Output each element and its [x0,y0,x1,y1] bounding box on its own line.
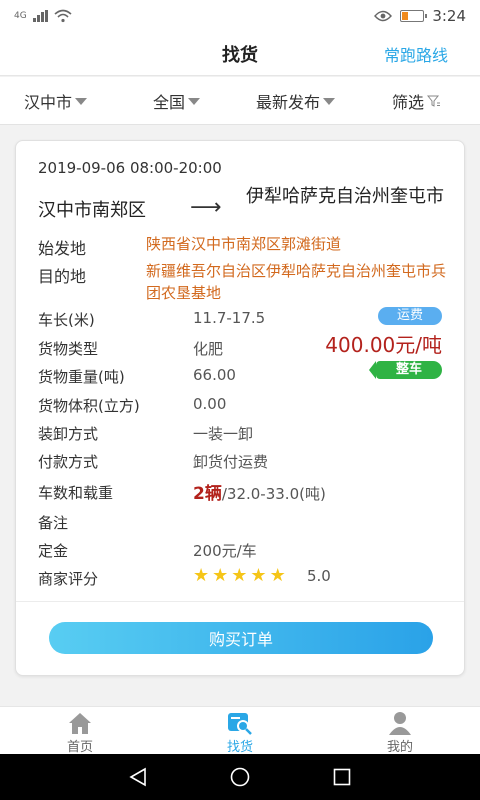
network-type: 4G [14,11,27,21]
status-bar: 4G 3:24 [0,0,480,32]
vehicle-load: /32.0-33.0(吨) [221,485,326,503]
vehicle-length-value: 11.7-17.5 [193,309,266,327]
detail-label: 商家评分 [38,570,99,588]
filter-label: 最新发布 [256,92,321,112]
star-icon: ★ [212,565,229,586]
status-time: 3:24 [432,7,466,25]
battery-icon [400,10,428,22]
payment-method-value: 卸货付运费 [193,453,269,471]
status-left: 4G [14,9,72,23]
buy-order-button[interactable]: 购买订单 [49,622,433,654]
origin-label: 始发地 [38,239,87,258]
detail-label: 货物体积(立方) [38,397,140,415]
freight-price: 400.00元/吨 [325,333,442,357]
star-icon: ★ [250,565,267,586]
destination-address: 新疆维吾尔自治区伊犁哈萨克自治州奎屯市兵团农垦基地 [146,262,447,302]
card-divider [16,601,464,602]
vehicle-count-load: 2辆/32.0-33.0(吨) [193,479,326,504]
detail-label: 备注 [38,514,69,532]
eye-icon [374,10,393,22]
cargo-volume-value: 0.00 [193,395,227,413]
nav-label: 找货 [226,740,253,755]
filter-label: 汉中市 [24,92,73,112]
page-title: 找货 [222,44,258,66]
filter-destination[interactable]: 全国 [153,89,201,113]
signal-icon [32,10,48,22]
filter-more[interactable]: 筛选 [392,89,441,113]
caret-down-icon [323,98,336,105]
filter-label: 全国 [153,92,186,112]
caret-down-icon [188,98,201,105]
order-time: 2019-09-06 08:00-20:00 [38,159,222,177]
route-to: 伊犁哈萨克自治州奎屯市 [246,186,444,207]
rating-score: 5.0 [307,567,331,585]
detail-label: 货物重量(吨) [38,368,125,386]
back-icon[interactable] [128,767,148,787]
freight-fee-badge: 运费 [378,307,442,325]
route-arrow-icon: ⟶ [190,195,222,220]
order-card[interactable]: 2019-09-06 08:00-20:00 汉中市南郑区 ⟶ 伊犁哈萨克自治州… [15,140,465,676]
caret-down-icon [75,98,88,105]
frequent-routes-link[interactable]: 常跑路线 [384,42,448,66]
funnel-icon [427,95,441,107]
nav-label: 我的 [386,740,413,755]
detail-label: 付款方式 [38,453,99,471]
star-icon: ★ [269,565,286,586]
profile-icon [389,712,411,735]
filter-label: 筛选 [392,92,425,112]
system-nav-bar [0,754,480,800]
recents-icon[interactable] [333,767,351,787]
detail-label: 装卸方式 [38,425,99,443]
nav-find-goods[interactable]: 找货 [160,707,320,755]
cargo-type-value: 化肥 [193,340,224,358]
origin-address: 陕西省汉中市南郑区郭滩街道 [146,235,342,253]
detail-label: 车数和载重 [38,484,114,502]
deposit-value: 200元/车 [193,542,257,560]
loading-method-value: 一装一卸 [193,425,254,443]
rating-stars: ★ ★ ★ ★ ★ [193,565,286,586]
destination-label: 目的地 [38,267,87,286]
filter-bar: 汉中市 全国 最新发布 筛选 [0,77,480,125]
wifi-icon [54,9,72,23]
page-header: 找货 常跑路线 [0,32,480,76]
status-right: 3:24 [374,7,466,25]
nav-home[interactable]: 首页 [0,707,160,755]
filter-origin-city[interactable]: 汉中市 [24,89,88,113]
bottom-nav: 首页 找货 我的 [0,706,480,755]
star-icon: ★ [193,565,210,586]
vehicle-count: 2辆 [193,484,222,504]
nav-label: 首页 [66,740,93,755]
nav-profile[interactable]: 我的 [320,707,480,755]
route-from: 汉中市南郑区 [38,200,146,221]
filter-sort[interactable]: 最新发布 [256,89,336,113]
detail-label: 定金 [38,542,69,560]
star-icon: ★ [231,565,248,586]
detail-label: 货物类型 [38,340,99,358]
find-goods-icon [228,713,252,735]
home-icon [69,713,91,734]
cargo-weight-value: 66.00 [193,366,236,384]
whole-vehicle-badge: 整车 [369,361,442,379]
detail-label: 车长(米) [38,311,95,329]
home-button-icon[interactable] [229,767,251,787]
